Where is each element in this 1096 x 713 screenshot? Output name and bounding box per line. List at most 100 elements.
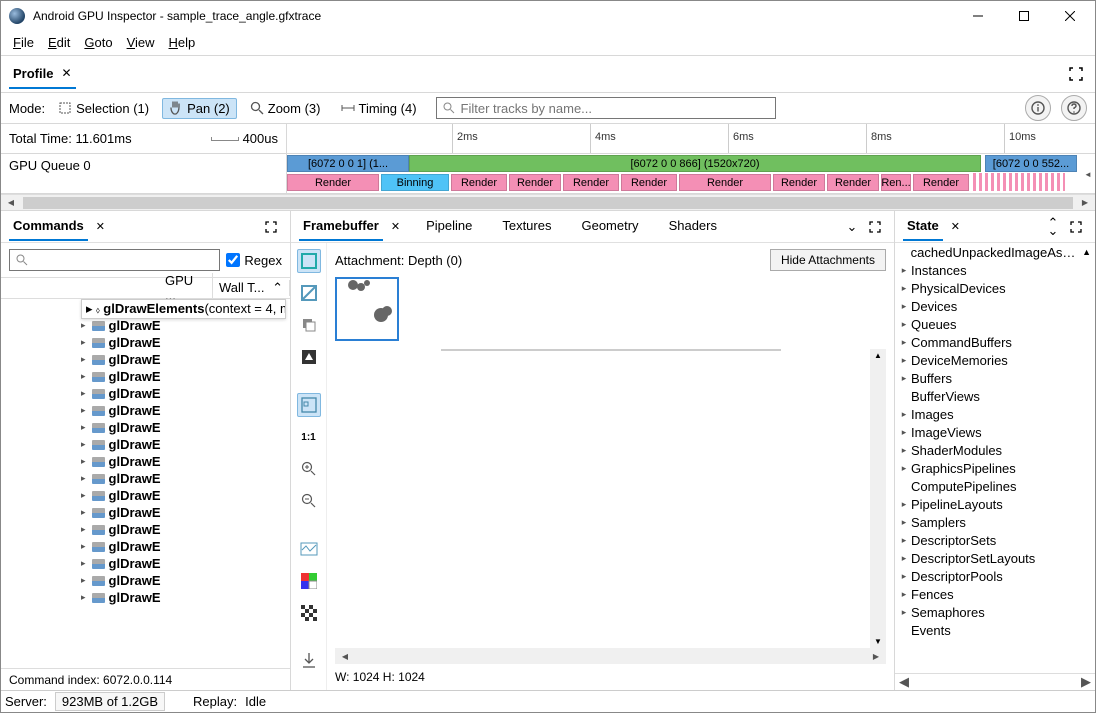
state-item[interactable]: ▸PipelineLayouts — [895, 495, 1095, 513]
menu-file[interactable]: File — [7, 33, 40, 49]
state-item[interactable]: ▸PhysicalDevices — [895, 279, 1095, 297]
command-row[interactable]: ▸glDrawE — [1, 521, 290, 538]
zoom-out-icon[interactable] — [297, 489, 321, 513]
state-item[interactable]: ▸ShaderModules — [895, 441, 1095, 459]
state-item[interactable]: ▸Semaphores — [895, 603, 1095, 621]
tab-geometry[interactable]: Geometry — [577, 212, 642, 241]
command-row[interactable]: ▸glDrawE — [1, 487, 290, 504]
checker-icon[interactable] — [297, 601, 321, 625]
timeline-bar[interactable]: [6072 0 0 552... — [985, 155, 1077, 172]
command-row[interactable]: ▸glDrawE — [1, 351, 290, 368]
fullscreen-icon[interactable] — [1065, 216, 1087, 238]
overlay-icon[interactable] — [297, 313, 321, 337]
close-button[interactable] — [1047, 1, 1093, 31]
fullscreen-icon[interactable] — [864, 216, 886, 238]
regex-checkbox[interactable]: Regex — [226, 253, 282, 268]
command-row[interactable]: ▸glDrawE — [1, 419, 290, 436]
state-item[interactable]: ▸DescriptorPools — [895, 567, 1095, 585]
command-row[interactable]: ▸glDrawE — [1, 538, 290, 555]
state-item[interactable]: ▸Buffers — [895, 369, 1095, 387]
tab-commands[interactable]: Commands — [9, 212, 88, 241]
timeline-bar[interactable]: Render — [621, 174, 677, 191]
tab-textures[interactable]: Textures — [498, 212, 555, 241]
state-item[interactable]: ▸DeviceMemories — [895, 351, 1095, 369]
timeline-bar[interactable]: Ren... — [881, 174, 911, 191]
command-row[interactable]: ▸glDrawE — [1, 368, 290, 385]
gpu-queue-track[interactable]: [6072 0 0 1] (1...[6072 0 0 866] (1520x7… — [287, 154, 1095, 193]
state-item[interactable]: ▸Images — [895, 405, 1095, 423]
menu-help[interactable]: Help — [163, 33, 202, 49]
state-item[interactable]: ▸Samplers — [895, 513, 1095, 531]
tab-state[interactable]: State — [903, 212, 943, 241]
mode-pan[interactable]: Pan (2) — [162, 98, 237, 119]
fullscreen-icon[interactable] — [1065, 63, 1087, 85]
state-item[interactable]: ▸Instances — [895, 261, 1095, 279]
info-button[interactable] — [1025, 95, 1051, 121]
timeline-bar[interactable]: Render — [679, 174, 771, 191]
mode-zoom[interactable]: Zoom (3) — [243, 98, 328, 119]
mode-timing[interactable]: Timing (4) — [334, 98, 424, 119]
attachment-depth-icon[interactable] — [297, 281, 321, 305]
filter-tracks-input[interactable] — [436, 97, 776, 119]
close-icon[interactable]: ✕ — [951, 220, 960, 233]
timeline-bar[interactable]: Render — [451, 174, 507, 191]
timeline-scrollbar[interactable]: ◀ ▶ — [1, 194, 1095, 210]
fb-thumbnail[interactable] — [335, 277, 399, 341]
command-row[interactable]: ▸glDrawE — [1, 555, 290, 572]
commands-list[interactable]: ▸ ⬨ glDrawElements(context = 4, mode = G… — [1, 299, 290, 668]
timeline-bar[interactable]: [6072 0 0 866] (1520x720) — [409, 155, 981, 172]
close-icon[interactable]: ✕ — [61, 66, 71, 80]
zoom-in-icon[interactable] — [297, 457, 321, 481]
tab-profile[interactable]: Profile ✕ — [9, 60, 76, 89]
command-row[interactable]: ▸glDrawE — [1, 572, 290, 589]
timeline-bar[interactable]: [6072 0 0 1] (1... — [287, 155, 409, 172]
command-row[interactable]: ▸glDrawE — [1, 402, 290, 419]
command-row[interactable]: ▸glDrawE — [1, 317, 290, 334]
col-wall[interactable]: Wall T...⌃ — [213, 280, 290, 296]
invert-icon[interactable] — [297, 345, 321, 369]
channels-icon[interactable] — [297, 569, 321, 593]
command-row[interactable]: ▸glDrawE — [1, 504, 290, 521]
menu-goto[interactable]: Goto — [78, 33, 118, 49]
command-row[interactable]: ▸glDrawE — [1, 385, 290, 402]
state-item[interactable]: Events — [895, 621, 1095, 639]
state-item[interactable]: ▸ImageViews — [895, 423, 1095, 441]
state-item[interactable]: cachedUnpackedImageAspect▲ — [895, 243, 1095, 261]
state-item[interactable]: ▸CommandBuffers — [895, 333, 1095, 351]
timeline-bar[interactable]: Render — [827, 174, 879, 191]
mode-selection[interactable]: Selection (1) — [51, 98, 156, 119]
fb-viewport[interactable] — [441, 349, 781, 351]
maximize-button[interactable] — [1001, 1, 1047, 31]
timeline-ruler[interactable]: 2ms 4ms 6ms 8ms 10ms — [287, 124, 1095, 153]
help-button[interactable] — [1061, 95, 1087, 121]
state-item[interactable]: BufferViews — [895, 387, 1095, 405]
timeline-bar[interactable]: Render — [913, 174, 969, 191]
state-item[interactable]: ComputePipelines — [895, 477, 1095, 495]
command-row[interactable]: ▸glDrawE — [1, 589, 290, 606]
hide-attachments-button[interactable]: Hide Attachments — [770, 249, 886, 271]
tab-shaders[interactable]: Shaders — [665, 212, 721, 241]
timeline-bar[interactable]: Render — [563, 174, 619, 191]
timeline-bar[interactable]: Render — [773, 174, 825, 191]
actual-size-icon[interactable]: 1:1 — [297, 425, 321, 449]
state-tree[interactable]: cachedUnpackedImageAspect▲▸Instances▸Phy… — [895, 243, 1095, 673]
export-icon[interactable] — [297, 649, 321, 673]
menu-edit[interactable]: Edit — [42, 33, 76, 49]
tab-pipeline[interactable]: Pipeline — [422, 212, 476, 241]
fit-icon[interactable] — [297, 393, 321, 417]
commands-search-input[interactable] — [9, 249, 220, 271]
menu-view[interactable]: View — [121, 33, 161, 49]
attachment-color-icon[interactable] — [297, 249, 321, 273]
updown-icon[interactable]: ⌃⌄ — [1045, 219, 1061, 235]
timeline-collapse-icon[interactable] — [1081, 154, 1095, 193]
chevron-down-icon[interactable]: ⌄ — [844, 219, 860, 235]
timeline-bar[interactable]: Render — [287, 174, 379, 191]
command-row[interactable]: ▸glDrawE — [1, 334, 290, 351]
state-item[interactable]: ▸Devices — [895, 297, 1095, 315]
timeline-bar[interactable]: Render — [509, 174, 561, 191]
close-icon[interactable]: ✕ — [391, 220, 400, 233]
minimize-button[interactable] — [955, 1, 1001, 31]
state-item[interactable]: ▸GraphicsPipelines — [895, 459, 1095, 477]
command-row[interactable]: ▸glDrawE — [1, 436, 290, 453]
fullscreen-icon[interactable] — [260, 216, 282, 238]
